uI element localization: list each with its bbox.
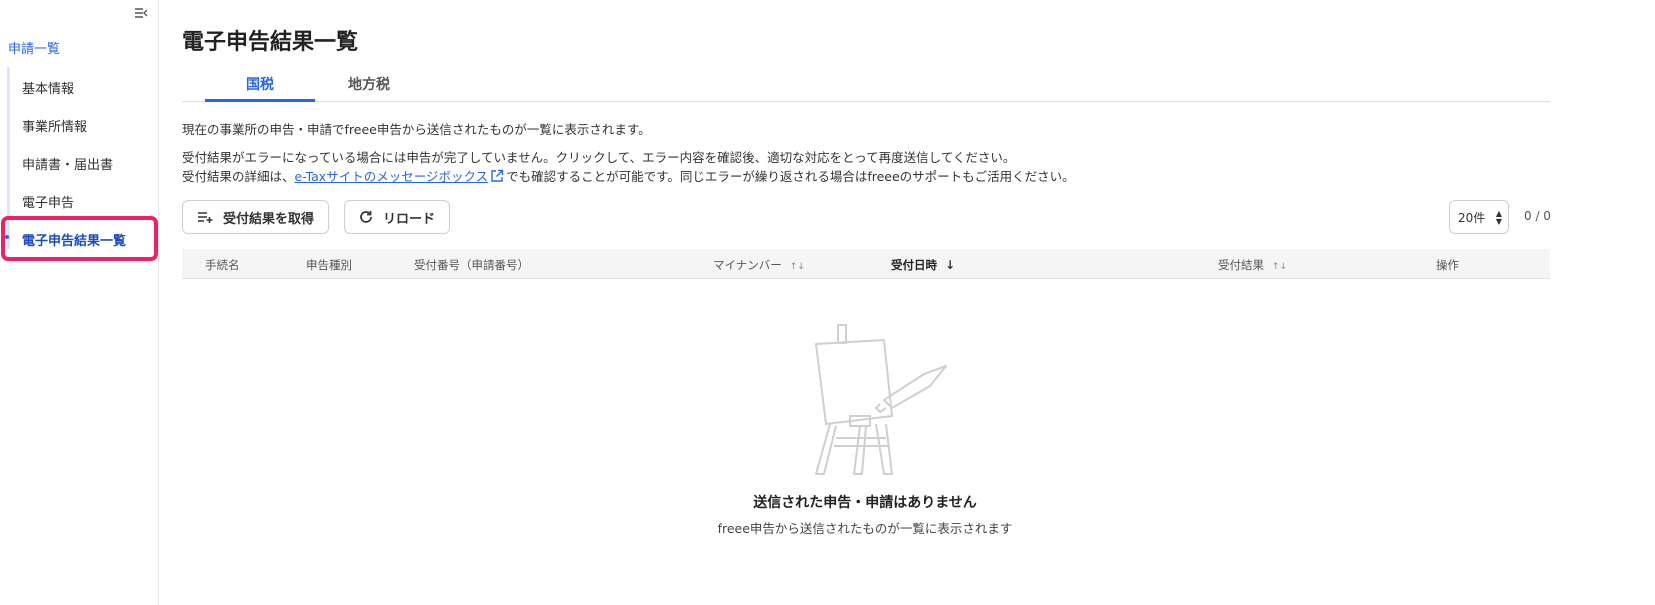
sidebar-item-e-filing-results[interactable]: 電子申告結果一覧 — [22, 230, 126, 249]
column-receipt-datetime-label: 受付日時 — [891, 258, 937, 272]
per-page-select[interactable]: 20件 ▲ ▼ — [1449, 200, 1509, 234]
select-arrows-icon: ▲ ▼ — [1495, 209, 1502, 226]
active-item-dot — [5, 235, 9, 239]
sidebar-item-office-info[interactable]: 事業所情報 — [22, 116, 87, 135]
table-header: 手続名 申告種別 受付番号（申請番号） マイナンバー ↑↓ 受付日時 ↓ 受付結果 ↑… — [182, 249, 1550, 279]
column-receipt-number: 受付番号（申請番号） — [414, 258, 529, 272]
per-page-value: 20件 — [1458, 210, 1486, 225]
column-filing-type: 申告種別 — [306, 258, 352, 272]
reload-label: リロード — [383, 211, 436, 227]
sidebar-item-basic-info[interactable]: 基本情報 — [22, 78, 74, 97]
reload-button[interactable]: リロード — [344, 200, 450, 234]
tab-bar: 国税 地方税 — [182, 72, 1550, 102]
fetch-results-label: 受付結果を取得 — [223, 211, 315, 227]
description-line-3-suffix: でも確認することが可能です。同じエラーが繰り返される場合はfreeeのサポートも… — [506, 169, 1075, 184]
empty-state-title: 送信された申告・申請はありません — [753, 495, 977, 511]
column-my-number[interactable]: マイナンバー ↑↓ — [713, 257, 805, 273]
empty-state-subtitle: freee申告から送信されたものが一覧に表示されます — [717, 521, 1013, 536]
description-line-3-prefix: 受付結果の詳細は、 — [182, 169, 295, 184]
column-receipt-result-label: 受付結果 — [1218, 258, 1264, 272]
sort-icon[interactable]: ↑↓ — [790, 262, 805, 272]
sidebar-section-title[interactable]: 申請一覧 — [8, 38, 60, 57]
sidebar: 申請一覧 基本情報 事業所情報 申請書・届出書 電子申告 電子申告結果一覧 — [0, 0, 159, 605]
column-receipt-datetime[interactable]: 受付日時 ↓ — [891, 257, 955, 273]
sidebar-item-applications[interactable]: 申請書・届出書 — [22, 154, 113, 173]
description-line-1: 現在の事業所の申告・申請でfreee申告から送信されたものが一覧に表示されます。 — [182, 122, 651, 137]
tab-local-tax[interactable]: 地方税 — [314, 72, 424, 102]
tab-national-tax[interactable]: 国税 — [205, 72, 315, 102]
external-link-icon[interactable] — [490, 169, 504, 186]
page-title: 電子申告結果一覧 — [182, 30, 359, 55]
pagination-count: 0 / 0 — [1524, 209, 1551, 223]
column-actions: 操作 — [1436, 258, 1459, 272]
etax-message-box-link[interactable]: e-Taxサイトのメッセージボックス — [295, 169, 489, 184]
easel-icon — [800, 320, 960, 480]
sidebar-item-e-filing[interactable]: 電子申告 — [22, 192, 74, 211]
description-line-3: 受付結果の詳細は、e-Taxサイトのメッセージボックス でも確認することが可能です… — [182, 166, 1075, 186]
description-line-2: 受付結果がエラーになっている場合には申告が完了していません。クリックして、エラー… — [182, 150, 1016, 165]
sort-desc-icon[interactable]: ↓ — [945, 258, 955, 272]
column-receipt-result[interactable]: 受付結果 ↑↓ — [1218, 257, 1287, 273]
fetch-results-button[interactable]: 受付結果を取得 — [182, 200, 329, 234]
list-add-icon — [197, 211, 213, 223]
column-procedure-name: 手続名 — [205, 258, 240, 272]
sort-icon[interactable]: ↑↓ — [1272, 262, 1287, 272]
sidebar-collapse-icon[interactable] — [134, 7, 150, 23]
reload-icon — [359, 210, 373, 224]
column-my-number-label: マイナンバー — [713, 258, 782, 272]
